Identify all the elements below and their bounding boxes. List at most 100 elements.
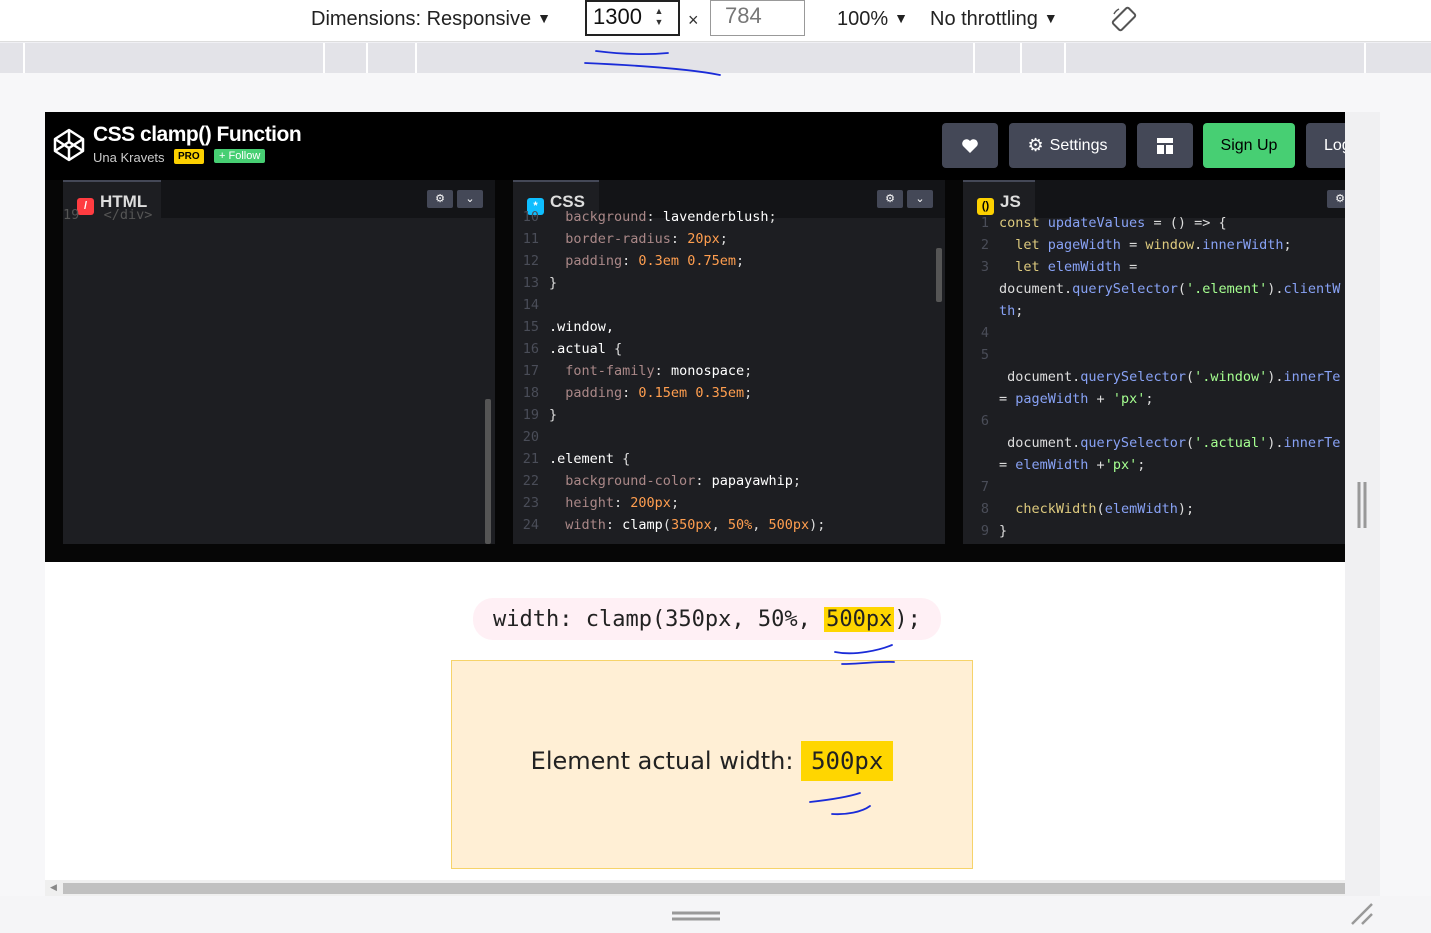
code-token: : bbox=[622, 385, 639, 401]
settings-button[interactable]: ⚙ Settings bbox=[1009, 123, 1126, 168]
line-number: 5 bbox=[980, 347, 989, 363]
html-settings-icon[interactable]: ⚙ bbox=[427, 190, 453, 208]
throttling-label: No throttling bbox=[930, 8, 1038, 30]
js-code[interactable]: 1 const updateValues = () => {2 let pageW… bbox=[963, 215, 1345, 544]
line-number: 8 bbox=[980, 501, 989, 517]
gear-icon: ⚙ bbox=[1027, 135, 1044, 155]
code-line: 20 bbox=[513, 426, 549, 448]
code-token: } bbox=[999, 523, 1008, 539]
result-preview: width: clamp(350px, 50%, 500px); Element… bbox=[45, 562, 1345, 880]
follow-button[interactable]: + Follow bbox=[214, 149, 266, 163]
code-token: , bbox=[711, 517, 728, 533]
css-chevron-down-icon[interactable]: ⌄ bbox=[907, 190, 933, 208]
actual-value: 500px bbox=[801, 741, 894, 781]
code-token: { bbox=[614, 451, 631, 467]
editor-resize-bar[interactable] bbox=[45, 544, 1345, 562]
code-token: document bbox=[999, 435, 1073, 451]
code-line: 21 .element { bbox=[513, 448, 631, 470]
heart-button[interactable] bbox=[942, 123, 998, 168]
code-token: border-radius bbox=[549, 231, 671, 247]
resize-corner-icon[interactable] bbox=[1350, 902, 1374, 926]
code-token: 20px bbox=[687, 231, 720, 247]
line-number: 1 bbox=[980, 215, 989, 231]
code-token: clamp bbox=[622, 517, 663, 533]
code-line: 13} bbox=[513, 272, 557, 294]
login-button[interactable]: Log In bbox=[1306, 123, 1345, 168]
resize-width-handle-icon[interactable] bbox=[1357, 482, 1367, 528]
scroll-left-icon[interactable]: ◀ bbox=[50, 882, 57, 893]
times-symbol: × bbox=[688, 10, 699, 30]
code-token: ( bbox=[662, 517, 671, 533]
code-token: const bbox=[999, 215, 1048, 231]
code-token: ; bbox=[1283, 237, 1292, 253]
layout-button[interactable] bbox=[1137, 123, 1193, 168]
code-line: document.querySelector('.element').clien… bbox=[963, 278, 1340, 300]
line-number: 14 bbox=[522, 297, 539, 313]
code-token: background-color bbox=[549, 473, 696, 489]
element-box: Element actual width: 500px bbox=[451, 660, 973, 869]
code-token: 350px bbox=[670, 517, 712, 533]
dropdown-arrow-icon: ▼ bbox=[537, 10, 551, 26]
code-line: 14 bbox=[513, 294, 549, 316]
dimensions-dropdown[interactable]: Dimensions: Responsive ▼ bbox=[311, 8, 551, 31]
html-chevron-down-icon[interactable]: ⌄ bbox=[457, 190, 483, 208]
code-token: querySelector bbox=[1080, 435, 1186, 451]
css-code[interactable]: 10 background: lavenderblush; 11 border-r… bbox=[513, 209, 945, 544]
code-token: querySelector bbox=[1072, 281, 1178, 297]
code-token: ; bbox=[792, 473, 801, 489]
code-token: ; bbox=[1015, 303, 1024, 319]
code-token: document bbox=[999, 281, 1065, 297]
signup-button[interactable]: Sign Up bbox=[1203, 123, 1295, 168]
code-token: lavenderblush bbox=[662, 209, 769, 225]
window-prefix: width: clamp(350px, 50%, bbox=[493, 606, 825, 632]
code-token: = bbox=[1120, 237, 1146, 253]
width-spinner-icon[interactable]: ▲ ▼ bbox=[652, 6, 666, 30]
code-token: th bbox=[999, 303, 1016, 319]
code-token: innerTe bbox=[1283, 435, 1341, 451]
css-settings-icon[interactable]: ⚙ bbox=[877, 190, 903, 208]
horizontal-scroll-thumb[interactable] bbox=[63, 883, 1345, 894]
code-token: : bbox=[646, 209, 663, 225]
code-token: ); bbox=[809, 517, 826, 533]
window-suffix: ); bbox=[894, 606, 921, 632]
line-number: 20 bbox=[522, 429, 539, 445]
throttling-dropdown[interactable]: No throttling ▼ bbox=[930, 8, 1058, 31]
line-number: 11 bbox=[522, 231, 539, 247]
code-token: : bbox=[614, 495, 631, 511]
code-line: = elemWidth +'px'; bbox=[963, 454, 1145, 476]
code-token: document bbox=[999, 369, 1073, 385]
html-scrollbar[interactable] bbox=[485, 399, 491, 544]
pen-title[interactable]: CSS clamp() Function bbox=[93, 123, 302, 147]
code-line: 19} bbox=[513, 404, 557, 426]
zoom-dropdown[interactable]: 100% ▼ bbox=[837, 8, 908, 31]
code-token: 500px bbox=[768, 517, 810, 533]
resize-height-handle-icon[interactable] bbox=[672, 910, 720, 922]
code-token: ; bbox=[719, 231, 728, 247]
rotate-icon[interactable] bbox=[1110, 5, 1138, 33]
html-code[interactable]: 19 </div> bbox=[63, 207, 495, 544]
pen-author[interactable]: Una Kravets bbox=[93, 150, 165, 165]
line-number: 10 bbox=[522, 209, 539, 225]
css-scrollbar[interactable] bbox=[936, 248, 942, 302]
code-line: 10 background: lavenderblush; bbox=[513, 206, 777, 228]
code-line: th; bbox=[963, 300, 1023, 322]
height-input[interactable]: 784 bbox=[710, 0, 805, 36]
code-line: 4 bbox=[963, 322, 999, 344]
line-number: 9 bbox=[980, 523, 989, 539]
code-token: elemWidth bbox=[1047, 259, 1121, 275]
code-token: window bbox=[1145, 237, 1195, 253]
code-token: '.actual' bbox=[1194, 435, 1268, 451]
zoom-label: 100% bbox=[837, 8, 889, 30]
code-token: = bbox=[1120, 259, 1138, 275]
js-settings-icon[interactable]: ⚙ bbox=[1327, 190, 1345, 208]
js-panel: () JS ⚙ 1 const updateValues = () => {2 le… bbox=[963, 180, 1345, 544]
line-number: 21 bbox=[522, 451, 539, 467]
horizontal-scrollbar[interactable]: ◀ bbox=[45, 880, 1345, 896]
code-line: 16 .actual { bbox=[513, 338, 622, 360]
code-token: : bbox=[654, 363, 671, 379]
code-line: 5 bbox=[963, 344, 999, 366]
code-token: '.element' bbox=[1185, 281, 1268, 297]
settings-label: Settings bbox=[1049, 136, 1108, 154]
codepen-logo-icon[interactable] bbox=[53, 128, 85, 162]
codepen-header: CSS clamp() Function Una Kravets PRO + F… bbox=[45, 112, 1345, 180]
